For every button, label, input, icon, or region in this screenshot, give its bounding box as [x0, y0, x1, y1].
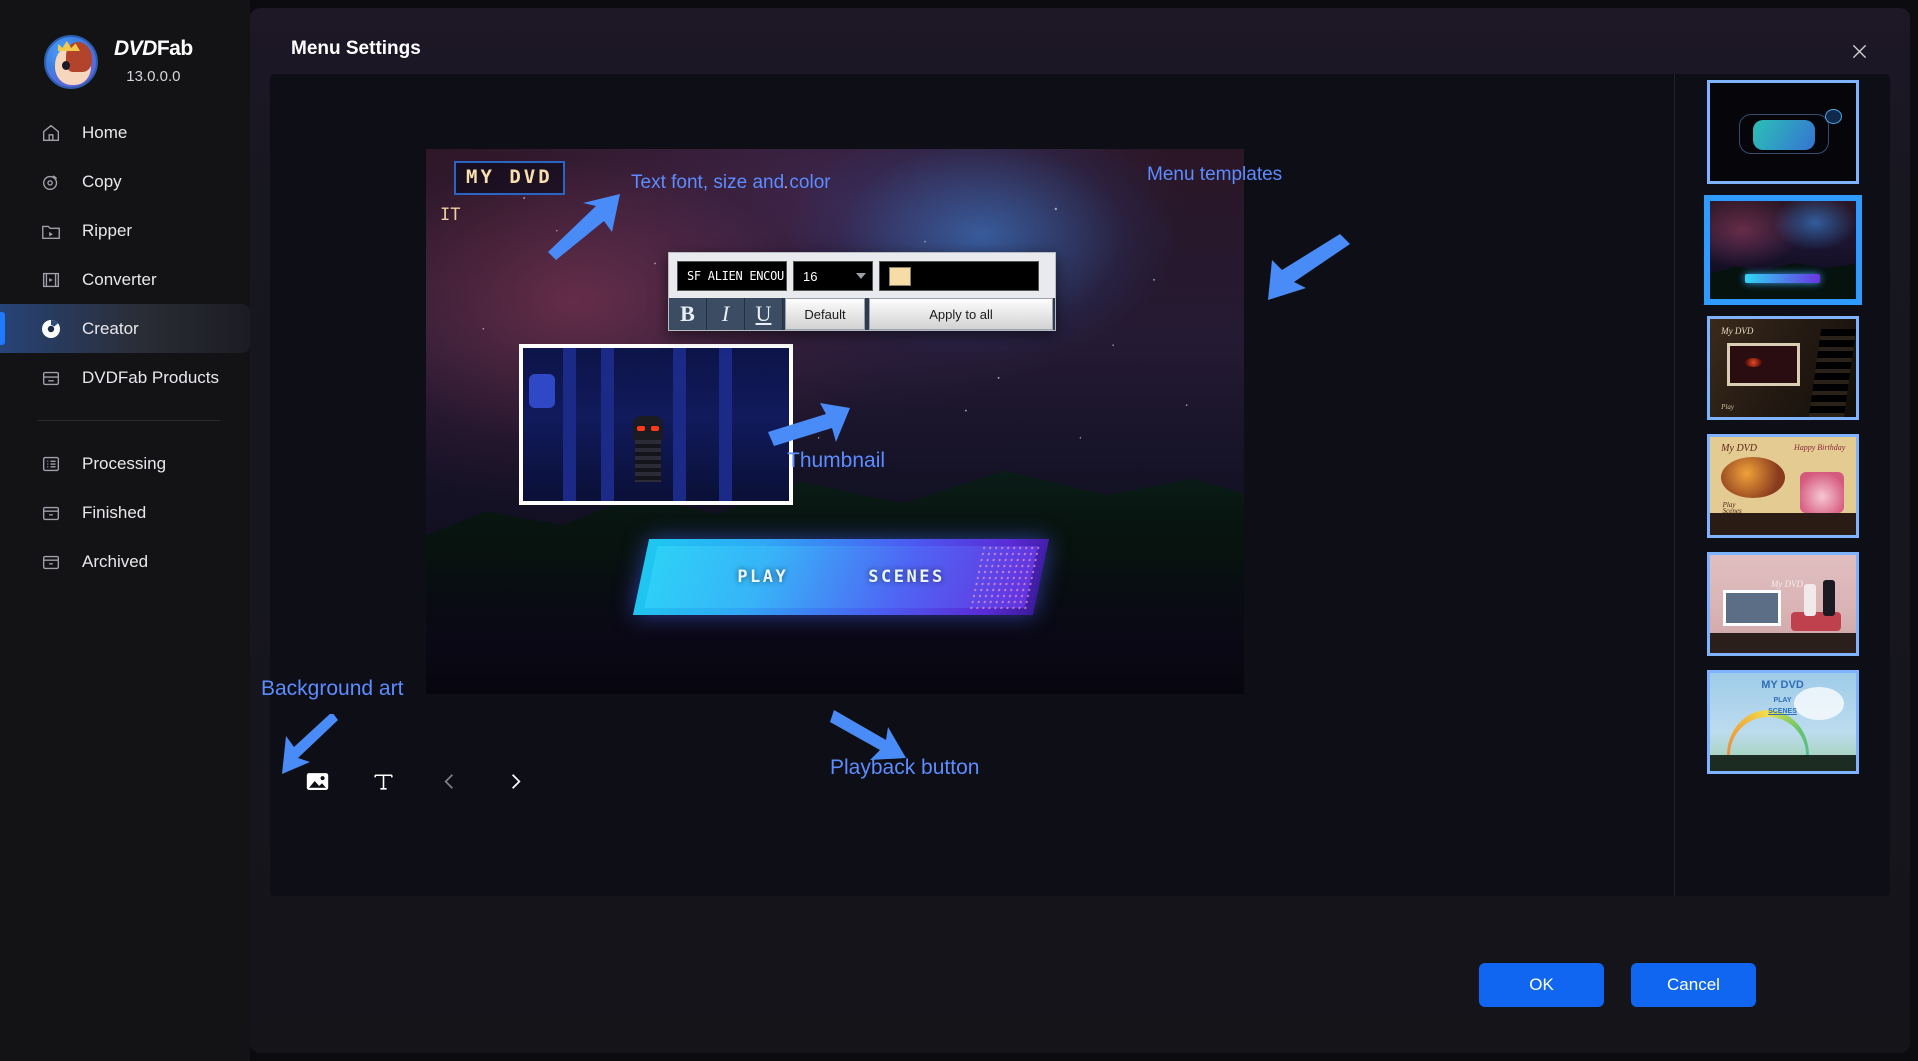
app-root: DVDFab 13.0.0.0 Home Copy Ripper Convert… [0, 0, 1918, 1061]
stage-toolbar [300, 764, 532, 798]
text-icon[interactable] [366, 764, 400, 798]
home-icon [38, 120, 64, 146]
sidebar-item-processing[interactable]: Processing [0, 439, 250, 488]
template-thumbnail-3[interactable]: My DVD Play [1706, 316, 1859, 420]
sidebar-item-label: Archived [82, 551, 149, 571]
disc-creator-icon [38, 316, 64, 342]
list-tasks-icon [38, 451, 64, 477]
sidebar-item-ripper[interactable]: Ripper [0, 206, 250, 255]
annotation-arrow-templates [1268, 234, 1350, 300]
italic-button[interactable]: I [707, 298, 745, 330]
brand-name-fab: Fab [156, 37, 193, 60]
font-color-select[interactable] [879, 261, 1039, 291]
brand: DVDFab 13.0.0.0 [44, 35, 193, 89]
template-thumbnail-4[interactable]: My DVD Happy Birthday Play Scenes [1706, 434, 1859, 538]
close-icon[interactable] [1844, 36, 1874, 66]
chevron-right-icon[interactable] [498, 764, 532, 798]
menu-thumbnail[interactable] [519, 344, 793, 505]
sidebar-item-dvdfab-products[interactable]: DVDFab Products [0, 353, 250, 402]
sidebar: DVDFab 13.0.0.0 Home Copy Ripper Convert… [0, 0, 250, 1061]
film-strip-icon [38, 267, 64, 293]
ok-button[interactable]: OK [1479, 963, 1604, 1007]
thumbnail-image [523, 348, 789, 501]
template-title-text: MY DVD [1761, 678, 1804, 691]
font-toolbar-row-buttons: B I U Default Apply to all [669, 298, 1055, 330]
font-family-select[interactable]: SF ALIEN ENCOU [677, 261, 787, 291]
playback-button-labels: PLAY SCENES [641, 539, 1041, 615]
sidebar-item-label: Home [82, 122, 128, 142]
sidebar-item-label: Processing [82, 453, 167, 473]
playback-button[interactable]: PLAY SCENES [632, 539, 1050, 615]
box-icon [38, 365, 64, 391]
folder-play-icon [38, 218, 64, 244]
sidebar-item-label: Ripper [82, 220, 133, 240]
sidebar-item-label: Converter [82, 269, 157, 289]
dialog-footer: OK Cancel [250, 905, 1910, 1053]
template-play-text: Play [1721, 403, 1734, 412]
chevron-left-icon[interactable] [432, 764, 466, 798]
sidebar-item-finished[interactable]: Finished [0, 488, 250, 537]
sidebar-item-copy[interactable]: Copy [0, 157, 250, 206]
disc-copy-icon [38, 169, 64, 195]
sidebar-item-converter[interactable]: Converter [0, 255, 250, 304]
archive-box-icon [38, 549, 64, 575]
sidebar-item-label: DVDFab Products [82, 367, 219, 387]
archive-box-icon [38, 500, 64, 526]
menu-subtitle-text[interactable]: IT [440, 205, 460, 225]
app-logo-icon [44, 35, 98, 89]
bold-button[interactable]: B [669, 298, 707, 330]
template-title-text: My DVD [1721, 442, 1757, 454]
menu-settings-dialog: Menu Settings MY DVD IT PLAY SCENES SF A… [250, 8, 1910, 1053]
template-scenes-text: Scenes [1722, 507, 1742, 516]
underline-button[interactable]: U [745, 298, 783, 330]
sidebar-item-home[interactable]: Home [0, 108, 250, 157]
brand-name: DVDFab [114, 37, 193, 61]
font-settings-toolbar: SF ALIEN ENCOU 16 B I U Default Apply to… [668, 252, 1056, 331]
sidebar-divider [38, 420, 220, 421]
sidebar-nav: Home Copy Ripper Converter Creator DVDFa… [0, 108, 250, 586]
app-version: 13.0.0.0 [126, 68, 181, 85]
chevron-down-icon [856, 273, 866, 279]
menu-preview[interactable]: MY DVD IT PLAY SCENES [426, 149, 1244, 694]
template-thumbnail-6[interactable]: MY DVD PLAY SCENES [1706, 670, 1859, 774]
template-thumbnail-2[interactable] [1706, 198, 1859, 302]
annotation-background-art: Background art [261, 677, 404, 700]
template-title-text: My DVD [1770, 578, 1804, 589]
scenes-label[interactable]: SCENES [868, 567, 944, 587]
font-family-value: SF ALIEN ENCOU [687, 269, 784, 283]
font-toolbar-row-selects: SF ALIEN ENCOU 16 [669, 253, 1055, 298]
template-thumbnail-1[interactable] [1706, 80, 1859, 184]
sidebar-item-creator[interactable]: Creator [0, 304, 250, 353]
dialog-header: Menu Settings [250, 8, 1910, 82]
font-size-select[interactable]: 16 [793, 261, 873, 291]
play-label[interactable]: PLAY [737, 567, 788, 587]
sidebar-item-label: Finished [82, 502, 147, 522]
template-scenes-text: SCENES [1768, 708, 1797, 716]
cancel-button[interactable]: Cancel [1631, 963, 1756, 1007]
default-button[interactable]: Default [785, 298, 865, 330]
template-title-text: My DVD [1721, 325, 1754, 336]
annotation-playback-button: Playback button [830, 756, 980, 779]
sidebar-item-archived[interactable]: Archived [0, 537, 250, 586]
template-play-text: PLAY [1773, 696, 1792, 704]
image-icon[interactable] [300, 764, 334, 798]
sidebar-item-label: Creator [82, 318, 139, 338]
dialog-body: MY DVD IT PLAY SCENES SF ALIEN ENCOU 16 … [261, 74, 1890, 896]
apply-to-all-button[interactable]: Apply to all [869, 298, 1053, 330]
template-thumbnail-5[interactable]: My DVD [1706, 552, 1859, 656]
menu-templates-panel[interactable]: My DVD Play My DVD Happy Birthday Play S… [1674, 74, 1890, 896]
annotation-arrow-playback [830, 710, 906, 760]
preview-stage: MY DVD IT PLAY SCENES SF ALIEN ENCOU 16 … [261, 74, 1670, 896]
sidebar-item-label: Copy [82, 171, 122, 191]
brand-name-dvd: DVD [114, 37, 157, 60]
menu-title-text[interactable]: MY DVD [454, 161, 565, 195]
font-color-swatch [889, 266, 911, 286]
template-birthday-text: Happy Birthday [1793, 442, 1846, 452]
page-title: Menu Settings [291, 38, 421, 59]
font-size-value: 16 [803, 268, 818, 284]
